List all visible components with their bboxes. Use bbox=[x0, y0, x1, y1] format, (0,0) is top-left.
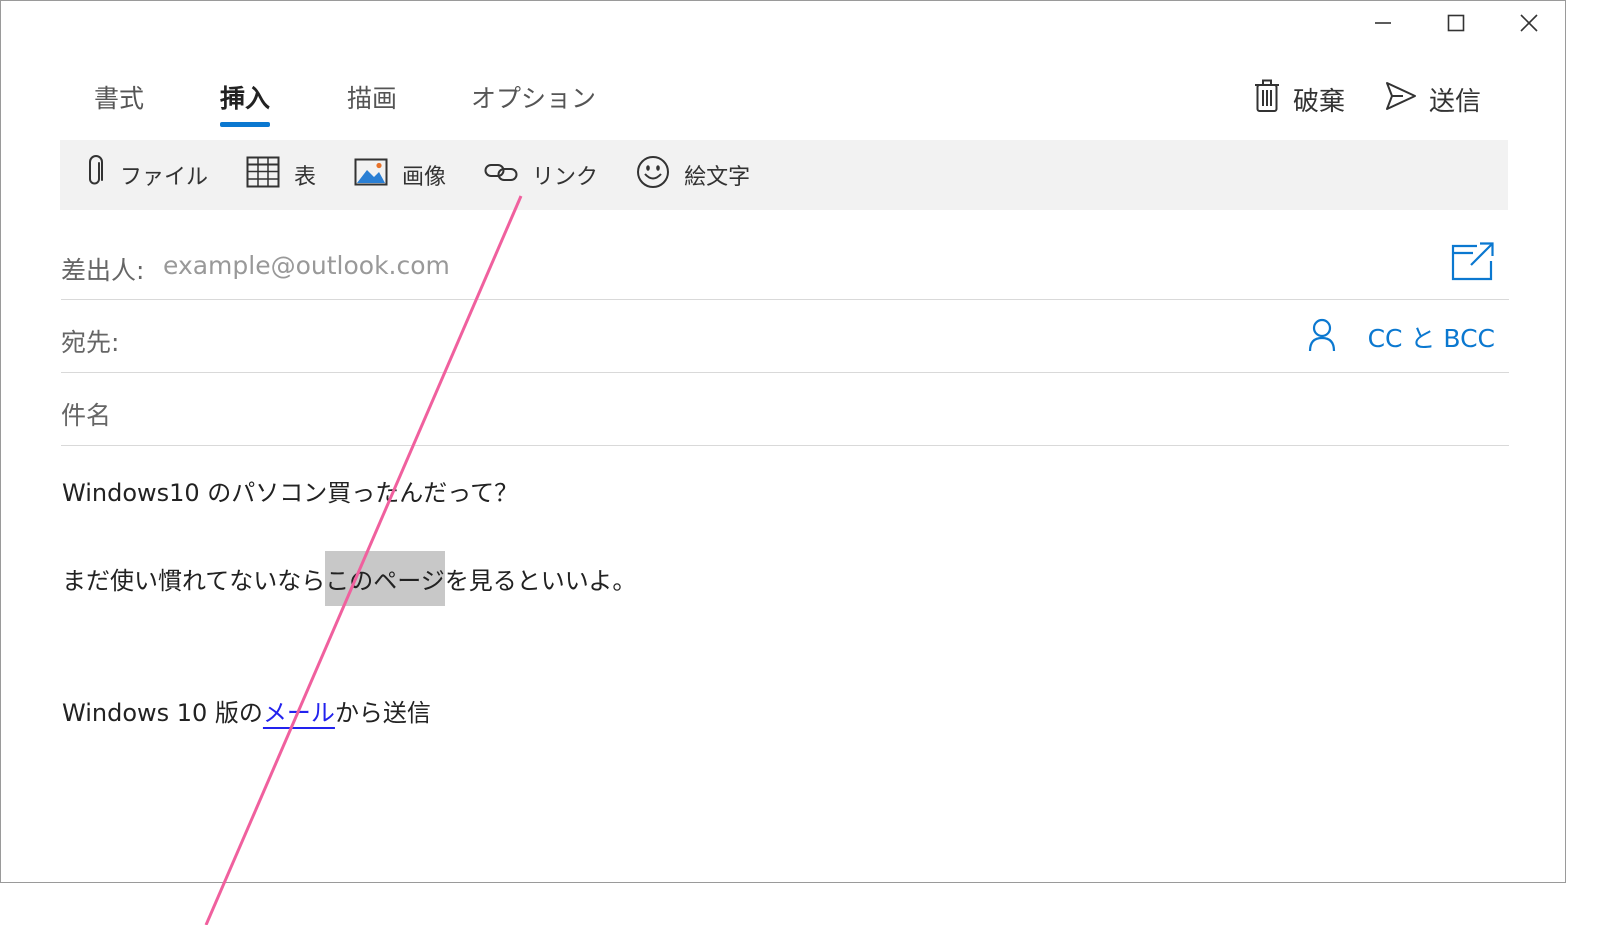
file-label: ファイル bbox=[120, 165, 209, 190]
body-line-2[interactable]: まだ使い慣れてないならこのページを見るといいよ。 bbox=[62, 551, 637, 606]
from-address[interactable]: example@outlook.com bbox=[163, 251, 450, 280]
person-icon[interactable] bbox=[1308, 318, 1336, 356]
tab-label: オプション bbox=[471, 84, 597, 113]
mail-app-link[interactable]: メール bbox=[263, 699, 335, 727]
tab-insert[interactable]: 挿入 bbox=[220, 79, 271, 127]
tab-label: 書式 bbox=[94, 84, 145, 113]
tab-options[interactable]: オプション bbox=[471, 79, 596, 115]
tab-draw[interactable]: 描画 bbox=[347, 79, 397, 115]
insert-table-button[interactable]: 表 bbox=[246, 156, 316, 194]
signature-line[interactable]: Windows 10 版のメールから送信 bbox=[62, 693, 431, 728]
close-icon bbox=[1519, 14, 1538, 32]
subject-row[interactable]: 件名 bbox=[61, 373, 1509, 446]
signature-text: Windows 10 版の bbox=[62, 699, 263, 727]
image-label: 画像 bbox=[402, 165, 447, 190]
minimize-button[interactable] bbox=[1346, 1, 1419, 45]
window-controls bbox=[1346, 1, 1565, 45]
send-button[interactable]: 送信 bbox=[1385, 81, 1481, 118]
discard-label: 破棄 bbox=[1292, 87, 1345, 117]
insert-link-button[interactable]: リンク bbox=[484, 159, 598, 191]
link-icon bbox=[484, 161, 532, 189]
emoji-label: 絵文字 bbox=[684, 165, 751, 190]
tab-format[interactable]: 書式 bbox=[94, 79, 144, 115]
insert-toolbar: ファイル 表 画像 リンク 絵文字 bbox=[60, 140, 1508, 210]
subject-placeholder: 件名 bbox=[61, 401, 112, 430]
from-row: 差出人: example@outlook.com bbox=[61, 229, 1509, 300]
signature-text: から送信 bbox=[334, 699, 431, 727]
to-tools: CC と BCC bbox=[1308, 318, 1495, 356]
maximize-icon bbox=[1447, 14, 1465, 32]
compose-actions: 破棄 送信 bbox=[1213, 79, 1481, 120]
tab-label: 描画 bbox=[347, 84, 398, 113]
link-label: リンク bbox=[532, 165, 599, 190]
mail-compose-window: 書式 挿入 描画 オプション 破棄 送信 ファイル 表 画像 リンク 絵文字 差… bbox=[0, 0, 1566, 883]
insert-file-button[interactable]: ファイル bbox=[84, 155, 208, 195]
pop-out-icon[interactable] bbox=[1451, 241, 1495, 285]
image-icon bbox=[354, 158, 402, 192]
cc-bcc-link[interactable]: CC と BCC bbox=[1368, 319, 1495, 355]
to-label: 宛先: bbox=[61, 328, 120, 357]
paperclip-icon bbox=[84, 155, 120, 195]
trash-icon bbox=[1253, 79, 1293, 120]
active-tab-indicator bbox=[220, 122, 271, 127]
insert-emoji-button[interactable]: 絵文字 bbox=[636, 155, 750, 195]
to-row: 宛先: CC と BCC bbox=[61, 300, 1509, 373]
discard-button[interactable]: 破棄 bbox=[1253, 79, 1345, 120]
send-label: 送信 bbox=[1428, 87, 1481, 117]
tab-label: 挿入 bbox=[220, 84, 271, 113]
insert-image-button[interactable]: 画像 bbox=[354, 158, 446, 192]
body-text-segment: まだ使い慣れてないなら bbox=[62, 567, 326, 595]
from-tools bbox=[1451, 241, 1495, 285]
body-line-1[interactable]: Windows10 のパソコン買ったんだって？ bbox=[62, 473, 518, 508]
body-text-segment: を見るといいよ。 bbox=[444, 567, 637, 595]
emoji-icon bbox=[636, 155, 684, 195]
table-label: 表 bbox=[294, 165, 317, 190]
maximize-button[interactable] bbox=[1419, 1, 1492, 45]
from-label: 差出人: bbox=[61, 256, 145, 285]
table-icon bbox=[246, 156, 294, 194]
send-icon bbox=[1385, 81, 1429, 118]
close-button[interactable] bbox=[1492, 1, 1565, 45]
minimize-icon bbox=[1374, 14, 1392, 32]
selected-text[interactable]: このページ bbox=[325, 551, 445, 606]
